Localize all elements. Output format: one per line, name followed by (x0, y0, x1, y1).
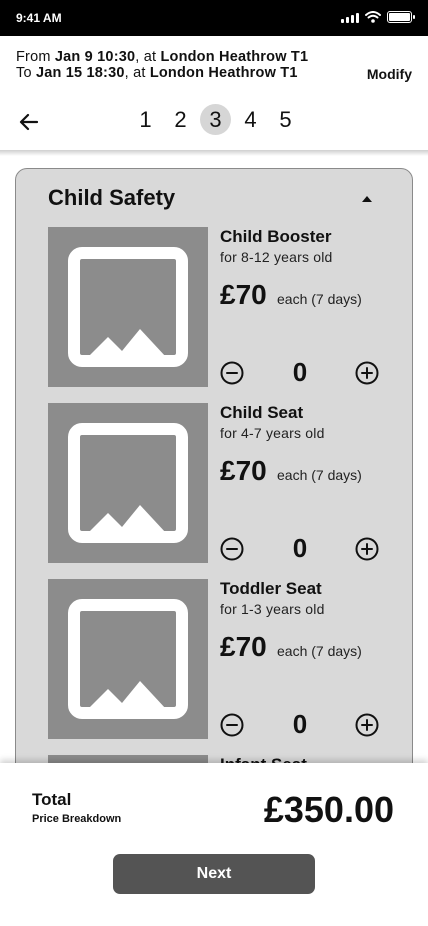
trip-from-location: London Heathrow T1 (160, 49, 309, 65)
trip-to-sep: , at (124, 65, 150, 81)
plus-circle-icon[interactable] (355, 361, 379, 385)
step-5[interactable]: 5 (270, 104, 301, 135)
quantity-value: 0 (292, 709, 308, 739)
image-placeholder-icon (48, 227, 208, 387)
product-price: £70 (220, 455, 267, 486)
product-price: £70 (220, 631, 267, 662)
product-name: Child Booster (220, 227, 332, 246)
back-arrow-icon[interactable] (17, 110, 41, 134)
trip-to-line: To Jan 15 18:30, at London Heathrow T1 (16, 65, 308, 81)
product-name: Toddler Seat (220, 579, 322, 598)
trip-to-location: London Heathrow T1 (149, 65, 298, 81)
status-time: 9:41 AM (16, 11, 62, 25)
image-placeholder-icon (48, 579, 208, 739)
trip-from-prefix: From (16, 49, 55, 65)
minus-circle-icon[interactable] (220, 713, 244, 737)
step-2[interactable]: 2 (165, 104, 196, 135)
trip-from-line: From Jan 9 10:30, at London Heathrow T1 (16, 49, 308, 65)
step-indicator: 1 2 3 4 5 (130, 104, 301, 135)
step-1[interactable]: 1 (130, 104, 161, 135)
header-divider (0, 150, 428, 156)
next-button[interactable]: Next (113, 854, 315, 894)
wifi-icon (365, 11, 381, 23)
product-age: for 4-7 years old (220, 425, 325, 441)
battery-icon (387, 11, 415, 23)
status-icons (341, 11, 415, 23)
plus-circle-icon[interactable] (355, 537, 379, 561)
image-placeholder-icon (48, 403, 208, 563)
product-price-unit: each (7 days) (277, 291, 362, 307)
trip-from-date: Jan 9 10:30 (54, 49, 136, 65)
trip-to-date: Jan 15 18:30 (35, 65, 125, 81)
signal-icon (341, 12, 359, 23)
plus-circle-icon[interactable] (355, 713, 379, 737)
step-3-active[interactable]: 3 (200, 104, 231, 135)
product-price-unit: each (7 days) (277, 643, 362, 659)
quantity-value: 0 (292, 357, 308, 387)
total-label: Total (32, 790, 72, 809)
product-price: £70 (220, 279, 267, 310)
trip-from-sep: , at (135, 49, 161, 65)
product-item: Child Seat for 4-7 years old £70 each (7… (48, 403, 398, 563)
trip-to-prefix: To (16, 65, 36, 81)
collapse-caret-icon[interactable] (362, 196, 372, 202)
step-4[interactable]: 4 (235, 104, 266, 135)
product-name: Child Seat (220, 403, 304, 422)
status-bar: 9:41 AM (0, 0, 428, 36)
minus-circle-icon[interactable] (220, 537, 244, 561)
modify-button[interactable]: Modify (367, 66, 412, 82)
product-item: Toddler Seat for 1-3 years old £70 each … (48, 579, 398, 739)
section-title: Child Safety (48, 185, 176, 210)
total-amount: £350.00 (263, 789, 394, 830)
product-item: Child Booster for 8-12 years old £70 eac… (48, 227, 398, 387)
product-price-unit: each (7 days) (277, 467, 362, 483)
product-age: for 8-12 years old (220, 249, 333, 265)
child-safety-panel: Child Safety Child Booster for 8-12 year… (15, 168, 413, 808)
trip-summary: From Jan 9 10:30, at London Heathrow T1 … (16, 49, 308, 81)
price-breakdown-link[interactable]: Price Breakdown (32, 813, 121, 825)
checkout-footer: Total Price Breakdown £350.00 Next (0, 763, 428, 926)
product-age: for 1-3 years old (220, 601, 325, 617)
quantity-value: 0 (292, 533, 308, 563)
minus-circle-icon[interactable] (220, 361, 244, 385)
